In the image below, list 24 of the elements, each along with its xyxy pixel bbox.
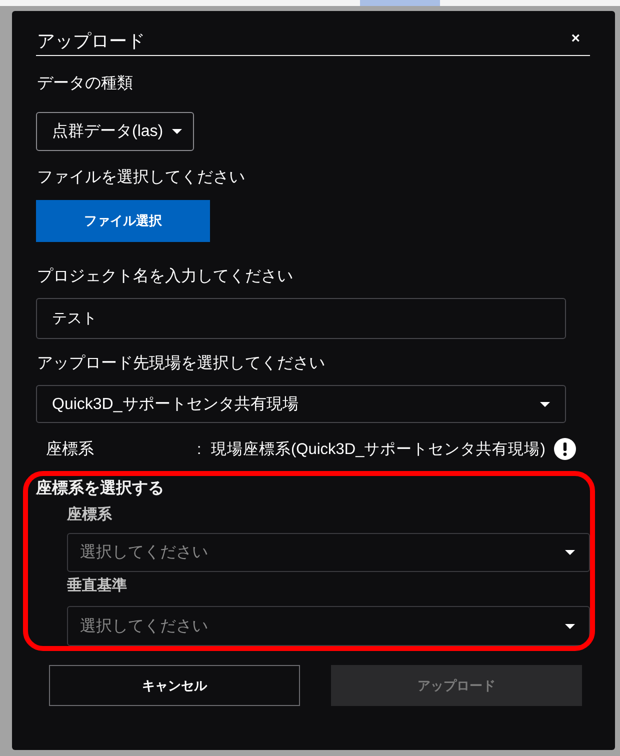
caret-icon [565, 550, 575, 555]
project-name-field[interactable]: テスト [36, 298, 566, 339]
info-label: 座標系 [46, 440, 95, 460]
info-value: 現場座標系(Quick3D_サポートセンタ共有現場) [211, 440, 546, 460]
caret-icon [540, 402, 550, 406]
section-title: 座標系を選択する [36, 478, 164, 499]
caret-icon [172, 129, 182, 134]
select-dropdown[interactable]: 選択してください [67, 606, 590, 646]
caret-icon [565, 624, 575, 628]
info-separator: : [197, 440, 202, 458]
close-button[interactable]: × [569, 31, 582, 47]
data-type-dropdown[interactable]: 点群データ(las) [36, 112, 194, 151]
field-label: プロジェクト名を入力してください [36, 266, 293, 287]
field-label: 垂直基準 [67, 576, 127, 596]
file-select-button[interactable]: ファイル選択 [36, 200, 210, 242]
exclamation-icon[interactable] [554, 438, 576, 460]
field-label: 座標系 [67, 505, 112, 525]
cancel-button[interactable]: キャンセル [49, 665, 300, 706]
field-label: アップロード先現場を選択してください [36, 354, 325, 374]
site-dropdown[interactable]: Quick3D_サポートセンタ共有現場 [36, 385, 566, 423]
field-label: データの種類 [36, 74, 133, 94]
select-dropdown[interactable]: 選択してください [67, 533, 590, 572]
dialog-title: アップロード [37, 30, 145, 53]
field-label: ファイルを選択してください [36, 168, 245, 188]
